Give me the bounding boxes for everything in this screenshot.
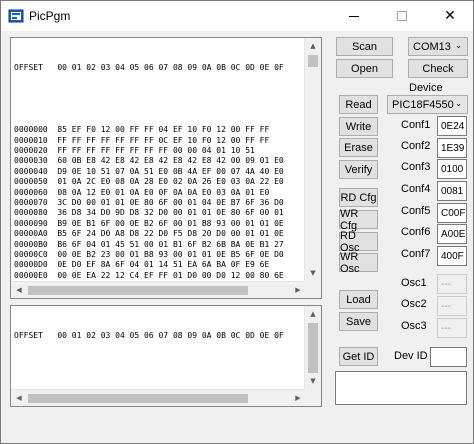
- program-horizontal-scrollbar[interactable]: ◀ ▶: [11, 281, 306, 298]
- device-value: PIC18F4550: [392, 98, 454, 111]
- scroll-corner: [304, 389, 321, 406]
- chevron-down-icon: ⌄: [455, 41, 462, 50]
- close-button[interactable]: ✕: [427, 1, 473, 31]
- conf7-field[interactable]: 400F: [437, 246, 467, 266]
- osc2-label: Osc2: [401, 298, 427, 310]
- conf3-field[interactable]: 0100: [437, 159, 467, 179]
- scroll-up-icon[interactable]: ▲: [305, 306, 321, 322]
- scroll-left-icon[interactable]: ◀: [11, 390, 27, 406]
- close-icon: ✕: [444, 8, 456, 24]
- title-bar[interactable]: PicPgm ✕: [1, 1, 473, 31]
- osc3-label: Osc3: [401, 320, 427, 332]
- minimize-icon: [349, 15, 359, 17]
- dev-id-field[interactable]: [430, 347, 467, 367]
- hex-row: 0000030 60 0B E8 42 E8 42 E8 42 E8 42 E8…: [14, 156, 284, 166]
- read-config-button[interactable]: RD Cfg: [339, 188, 378, 207]
- program-rows: 0000000 85 EF F0 12 00 FF FF 04 EF 10 F0…: [14, 125, 304, 298]
- conf2-field[interactable]: 1E39: [437, 138, 467, 158]
- config-horizontal-scrollbar[interactable]: ◀ ▶: [11, 389, 306, 406]
- port-value: COM13: [413, 40, 451, 53]
- write-config-button[interactable]: WR Cfg: [339, 208, 378, 232]
- conf4-label: Conf4: [401, 183, 431, 195]
- hex-row: 0000080 36 D8 34 D0 9D D8 32 D0 00 01 01…: [14, 208, 284, 218]
- erase-button[interactable]: Erase: [339, 138, 378, 157]
- scroll-down-icon[interactable]: ▼: [305, 265, 321, 281]
- hex-row: 0000020 FF FF FF FF FF FF FF FF 00 00 04…: [14, 146, 255, 155]
- config-scroll-thumb[interactable]: [308, 323, 318, 373]
- hex-column-header: OFFSET 00 01 02 03 04 05 06 07 08 09 0A …: [14, 330, 284, 340]
- osc2-field: ---: [437, 296, 467, 316]
- scroll-down-icon[interactable]: ▼: [305, 373, 321, 389]
- load-button[interactable]: Load: [339, 290, 378, 309]
- write-button[interactable]: Write: [339, 117, 378, 136]
- get-id-button[interactable]: Get ID: [339, 347, 378, 366]
- hex-row: 0000070 3C D0 00 01 01 0E 80 6F 00 01 04…: [14, 197, 284, 207]
- program-scroll-thumb[interactable]: [308, 55, 318, 67]
- osc1-field: ---: [437, 274, 467, 294]
- conf6-label: Conf6: [401, 226, 431, 238]
- conf5-field[interactable]: C00F: [437, 203, 467, 223]
- read-button[interactable]: Read: [339, 95, 378, 114]
- hex-row: 0000010 FF FF FF FF FF FF FF 0C EF 10 F0…: [14, 135, 270, 145]
- hex-row: 0000040 D9 0E 10 51 07 0A 51 E0 0B 4A EF…: [14, 166, 284, 176]
- hex-column-header: OFFSET 00 01 02 03 04 05 06 07 08 09 0A …: [14, 62, 284, 72]
- maximize-icon: [397, 11, 407, 21]
- dev-id-label: Dev ID: [394, 350, 428, 362]
- hex-row: 00000B0 B6 6F 04 01 45 51 00 01 B1 6F B2…: [14, 239, 284, 249]
- hex-row: 0000090 B9 0E B1 6F 00 0E B2 6F 00 01 B8…: [14, 218, 284, 228]
- program-vertical-scrollbar[interactable]: ▲ ▼: [304, 38, 321, 298]
- hex-row: 0000060 08 0A 12 E0 01 0A E0 0F 0A 0A E0…: [14, 187, 270, 197]
- conf2-label: Conf2: [401, 140, 431, 152]
- port-select[interactable]: COM13 ⌄: [408, 37, 468, 56]
- config-memory-view[interactable]: OFFSET 00 01 02 03 04 05 06 07 08 09 0A …: [10, 305, 322, 407]
- app-window: PicPgm ✕ OFFSET 00 01 02 03 04 05 06 07 …: [0, 0, 474, 444]
- maximize-button[interactable]: [379, 1, 425, 31]
- minimize-button[interactable]: [331, 1, 377, 31]
- conf6-field[interactable]: A00E: [437, 224, 467, 244]
- conf5-label: Conf5: [401, 205, 431, 217]
- status-output: [335, 371, 467, 405]
- hex-spacer: [14, 94, 304, 104]
- chevron-down-icon: ⌄: [455, 99, 462, 108]
- scan-button[interactable]: Scan: [336, 37, 393, 56]
- hex-row: 0000050 01 0A 2C E0 08 0A 28 E0 02 0A 26…: [14, 177, 284, 187]
- hex-spacer: [14, 362, 304, 372]
- osc1-label: Osc1: [401, 277, 427, 289]
- verify-button[interactable]: Verify: [339, 160, 378, 179]
- conf4-field[interactable]: 0081: [437, 181, 467, 201]
- hex-row: 00000C0 00 0E B2 23 00 01 B8 93 00 01 01…: [14, 249, 284, 259]
- microchip-icon: [8, 9, 24, 23]
- conf1-label: Conf1: [401, 119, 431, 131]
- device-label: Device: [409, 82, 443, 94]
- program-hex-content: OFFSET 00 01 02 03 04 05 06 07 08 09 0A …: [14, 42, 304, 298]
- conf7-label: Conf7: [401, 248, 431, 260]
- scroll-up-icon[interactable]: ▲: [305, 38, 321, 54]
- save-button[interactable]: Save: [339, 312, 378, 331]
- scroll-left-icon[interactable]: ◀: [11, 282, 27, 298]
- scroll-corner: [304, 281, 321, 298]
- check-button[interactable]: Check: [408, 59, 468, 78]
- device-select[interactable]: PIC18F4550 ⌄: [387, 95, 468, 114]
- window-title: PicPgm: [29, 9, 71, 23]
- program-hscroll-thumb[interactable]: [28, 286, 248, 295]
- write-osc-button[interactable]: WR Osc: [339, 251, 378, 275]
- read-osc-button[interactable]: RD Osc: [339, 230, 378, 254]
- open-button[interactable]: Open: [336, 59, 393, 78]
- config-hscroll-thumb[interactable]: [28, 394, 248, 403]
- hex-row: 0000000 85 EF F0 12 00 FF FF 04 EF 10 F0…: [14, 125, 270, 135]
- conf1-field[interactable]: 0E24: [437, 116, 467, 136]
- hex-row: 00000D0 0E D0 EF 8A 6F 04 01 14 51 EA 6A…: [14, 260, 270, 270]
- osc3-field: ---: [437, 318, 467, 338]
- hex-row: 00000A0 B5 6F 24 D0 A8 D8 22 D0 F5 D8 20…: [14, 229, 284, 239]
- hex-row: 00000E0 00 0E EA 22 12 C4 EF FF 01 D0 00…: [14, 270, 284, 280]
- program-memory-view[interactable]: OFFSET 00 01 02 03 04 05 06 07 08 09 0A …: [10, 37, 322, 299]
- conf3-label: Conf3: [401, 161, 431, 173]
